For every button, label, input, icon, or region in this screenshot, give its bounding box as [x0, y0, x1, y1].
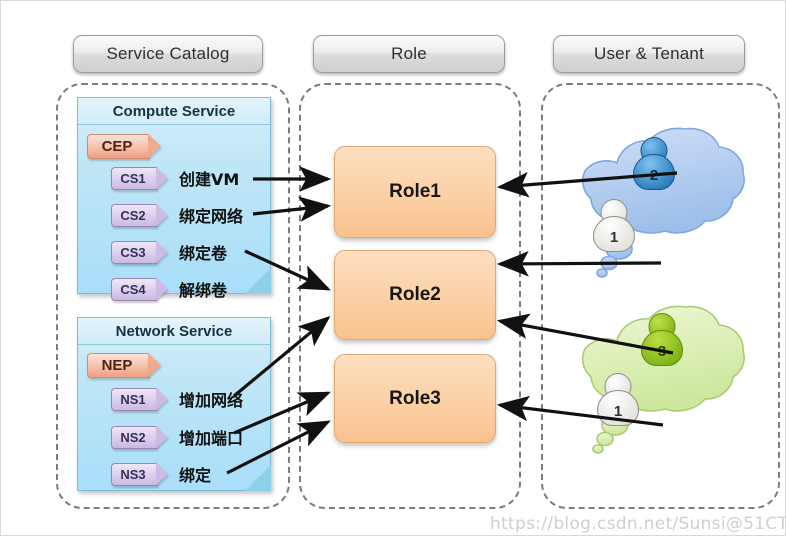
- role-box-role2[interactable]: Role2: [334, 250, 496, 340]
- tag-cs2[interactable]: CS2 绑定网络: [111, 203, 243, 227]
- tag-cs4-code: CS4: [111, 277, 157, 301]
- user-avatar-gray-1[interactable]: 1: [597, 373, 639, 429]
- tag-ns2[interactable]: NS2 增加端口: [111, 425, 243, 449]
- tag-nep-code: NEP: [87, 353, 149, 378]
- tag-nep[interactable]: NEP: [87, 353, 149, 378]
- tag-ns1-label: 增加网络: [179, 391, 244, 410]
- user-avatar-gray-1[interactable]: 1: [593, 199, 635, 255]
- column-header-service-catalog: Service Catalog: [73, 35, 263, 73]
- user-avatar-green-3[interactable]: 3: [641, 313, 683, 369]
- column-header-user-tenant: User & Tenant: [553, 35, 745, 73]
- card-network-service-title: Network Service: [78, 318, 270, 345]
- user-count-badge: 2: [633, 154, 675, 190]
- tag-cs1-label: 创建VM: [179, 170, 240, 189]
- page-curl-fold: [245, 268, 271, 294]
- tag-cs4-label: 解绑卷: [179, 281, 228, 300]
- tag-ns3-label: 绑定: [179, 466, 212, 485]
- role-box-role3-label: Role3: [389, 387, 441, 409]
- tag-cs1[interactable]: CS1 创建VM: [111, 166, 239, 190]
- user-count-badge: 3: [641, 330, 683, 366]
- role-box-role1[interactable]: Role1: [334, 146, 496, 238]
- card-compute-service: Compute Service: [77, 97, 271, 294]
- tenant-cloud-green: 3 1: [563, 301, 773, 456]
- tag-cep[interactable]: CEP: [87, 134, 149, 159]
- tag-ns2-code: NS2: [111, 425, 157, 449]
- user-count-badge: 1: [593, 216, 635, 252]
- column-header-role: Role: [313, 35, 505, 73]
- role-box-role2-label: Role2: [389, 284, 441, 305]
- card-compute-service-title: Compute Service: [78, 98, 270, 125]
- tag-cs4[interactable]: CS4 解绑卷: [111, 277, 227, 301]
- tag-cs1-code: CS1: [111, 166, 157, 190]
- column-header-service-catalog-label: Service Catalog: [106, 44, 230, 63]
- page-curl-fold: [245, 465, 271, 491]
- tag-cep-code: CEP: [87, 134, 149, 159]
- diagram-canvas: Service Catalog Role User & Tenant Compu…: [0, 0, 786, 536]
- tag-ns3[interactable]: NS3 绑定: [111, 462, 211, 486]
- tag-cs3-code: CS3: [111, 240, 157, 264]
- tag-ns3-code: NS3: [111, 462, 157, 486]
- tenant-cloud-blue: 2 1: [559, 123, 769, 281]
- tag-ns1[interactable]: NS1 增加网络: [111, 387, 243, 411]
- tag-cs2-label: 绑定网络: [179, 207, 244, 226]
- tag-ns2-label: 增加端口: [179, 429, 244, 448]
- tag-cs3[interactable]: CS3 绑定卷: [111, 240, 227, 264]
- column-header-role-label: Role: [391, 44, 427, 63]
- role-box-role1-label: Role1: [389, 181, 441, 202]
- column-header-user-tenant-label: User & Tenant: [593, 44, 704, 63]
- user-count-badge: 1: [597, 390, 639, 426]
- user-avatar-blue-2[interactable]: 2: [633, 137, 675, 193]
- tag-cs2-code: CS2: [111, 203, 157, 227]
- watermark-text: https://blog.csdn.net/Sunsi@51CTO博客: [490, 514, 786, 534]
- tag-ns1-code: NS1: [111, 387, 157, 411]
- role-box-role3[interactable]: Role3: [334, 354, 496, 443]
- tag-cs3-label: 绑定卷: [179, 244, 228, 263]
